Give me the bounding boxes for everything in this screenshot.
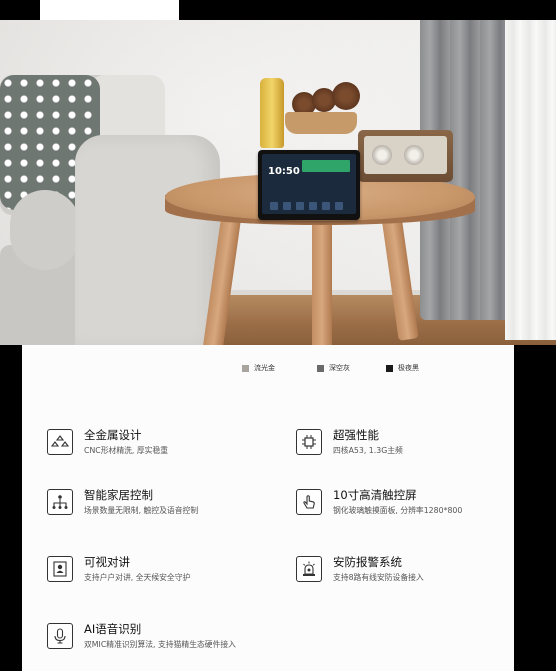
screen-tile [296, 202, 304, 210]
feature-item: 智能家居控制 场景数量无限制, 触控及语音控制 [47, 488, 198, 517]
cpu-chip-icon [296, 429, 322, 455]
feature-title: 10寸高清触控屏 [333, 488, 417, 502]
sofa-arm [75, 135, 220, 345]
device-clock: 10:50 [268, 166, 300, 177]
microphone-icon [47, 623, 73, 649]
color-swatch [317, 364, 324, 372]
screen-tile [283, 202, 291, 210]
color-swatch [386, 364, 393, 372]
feature-title: 可视对讲 [84, 555, 130, 569]
feature-item: 安防报警系统 支持8路有线安防设备接入 [296, 555, 424, 584]
color-option: 流光金 [242, 362, 275, 374]
color-label: 深空灰 [329, 364, 350, 372]
network-tree-icon [47, 489, 73, 515]
screen-tile [270, 202, 278, 210]
feature-title: AI语音识别 [84, 622, 142, 636]
touch-hand-icon [296, 489, 322, 515]
table-leg [312, 220, 332, 345]
screen-tile [302, 160, 350, 172]
feature-desc: CNC形材精洗, 厚实稳重 [84, 446, 169, 455]
color-option: 深空灰 [317, 362, 350, 374]
color-option: 极夜黑 [386, 362, 419, 374]
sofa-bolster [10, 190, 80, 270]
feature-desc: 钢化玻璃触摸面板, 分辨率1280*800 [333, 506, 463, 515]
feature-item: 全金属设计 CNC形材精洗, 厚实稳重 [47, 428, 168, 457]
feature-title: 全金属设计 [84, 428, 142, 442]
screen-tile [322, 202, 330, 210]
screen-tile [309, 202, 317, 210]
top-white-strip [40, 0, 179, 20]
alarm-light-icon [296, 556, 322, 582]
color-label: 流光金 [254, 364, 275, 372]
color-swatch [242, 364, 249, 372]
feature-desc: 四核A53, 1.3G主频 [333, 446, 403, 455]
product-scene-photo: 10:50 [0, 20, 556, 345]
radio-knob [372, 145, 392, 165]
metal-body-icon [47, 429, 73, 455]
wooden-bowl [285, 112, 357, 134]
feature-desc: 双MIC精准识别算法, 支持猫精生态硬件接入 [84, 640, 236, 649]
feature-item: 可视对讲 支持户户对讲, 全天候安全守护 [47, 555, 190, 584]
feature-title: 超强性能 [333, 428, 379, 442]
feature-item: AI语音识别 双MIC精准识别算法, 支持猫精生态硬件接入 [47, 622, 236, 651]
feature-desc: 场景数量无限制, 触控及语音控制 [84, 506, 199, 515]
screen-tile [335, 202, 343, 210]
color-label: 极夜黑 [398, 364, 419, 372]
intercom-contact-icon [47, 556, 73, 582]
feature-desc: 支持8路有线安防设备接入 [333, 573, 424, 582]
gold-bottle [260, 78, 284, 148]
radio-knob [404, 145, 424, 165]
feature-desc: 支持户户对讲, 全天候安全守护 [84, 573, 191, 582]
feature-item: 10寸高清触控屏 钢化玻璃触摸面板, 分辨率1280*800 [296, 488, 462, 517]
feature-item: 超强性能 四核A53, 1.3G主频 [296, 428, 403, 457]
feature-title: 智能家居控制 [84, 488, 153, 502]
pine-cone [332, 82, 360, 110]
feature-title: 安防报警系统 [333, 555, 402, 569]
sheer-curtain [505, 20, 556, 340]
